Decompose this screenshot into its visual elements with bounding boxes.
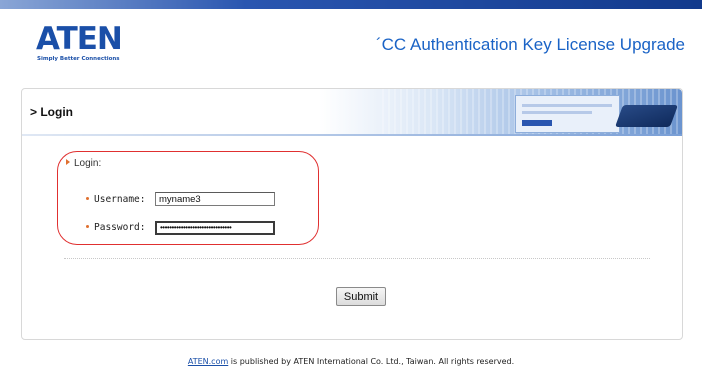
username-label: Username: — [94, 194, 146, 205]
logo-wordmark: ATEN — [36, 21, 123, 57]
aten-link[interactable]: ATEN.com — [188, 357, 228, 366]
page-title: ´CC Authentication Key License Upgrade — [375, 35, 685, 54]
login-heading-text: Login: — [74, 158, 102, 169]
dotted-divider — [64, 258, 650, 259]
logo-tagline: Simply Better Connections — [37, 56, 120, 62]
bullet-dot-icon — [86, 197, 89, 200]
panel-header-banner — [22, 89, 682, 136]
login-heading: Login: — [66, 158, 101, 169]
banner-underline — [22, 134, 682, 136]
password-input[interactable]: ••••••••••••••••••••••••••••••• — [155, 221, 275, 235]
username-input[interactable] — [155, 192, 275, 206]
banner-screenshot-graphic — [515, 95, 620, 133]
banner-device-graphic — [614, 105, 679, 127]
password-row: Password: — [86, 222, 145, 233]
top-accent-bar — [0, 0, 702, 9]
footer: ATEN.com is published by ATEN Internatio… — [0, 357, 702, 366]
section-title: > Login — [30, 105, 73, 119]
password-label: Password: — [94, 222, 146, 233]
bullet-dot-icon — [86, 225, 89, 228]
submit-button[interactable]: Submit — [336, 287, 386, 306]
username-row: Username: — [86, 194, 145, 205]
aten-logo[interactable]: ATEN Simply Better Connections — [36, 24, 126, 64]
footer-text: is published by ATEN International Co. L… — [228, 357, 515, 366]
triangle-bullet-icon — [66, 159, 70, 165]
